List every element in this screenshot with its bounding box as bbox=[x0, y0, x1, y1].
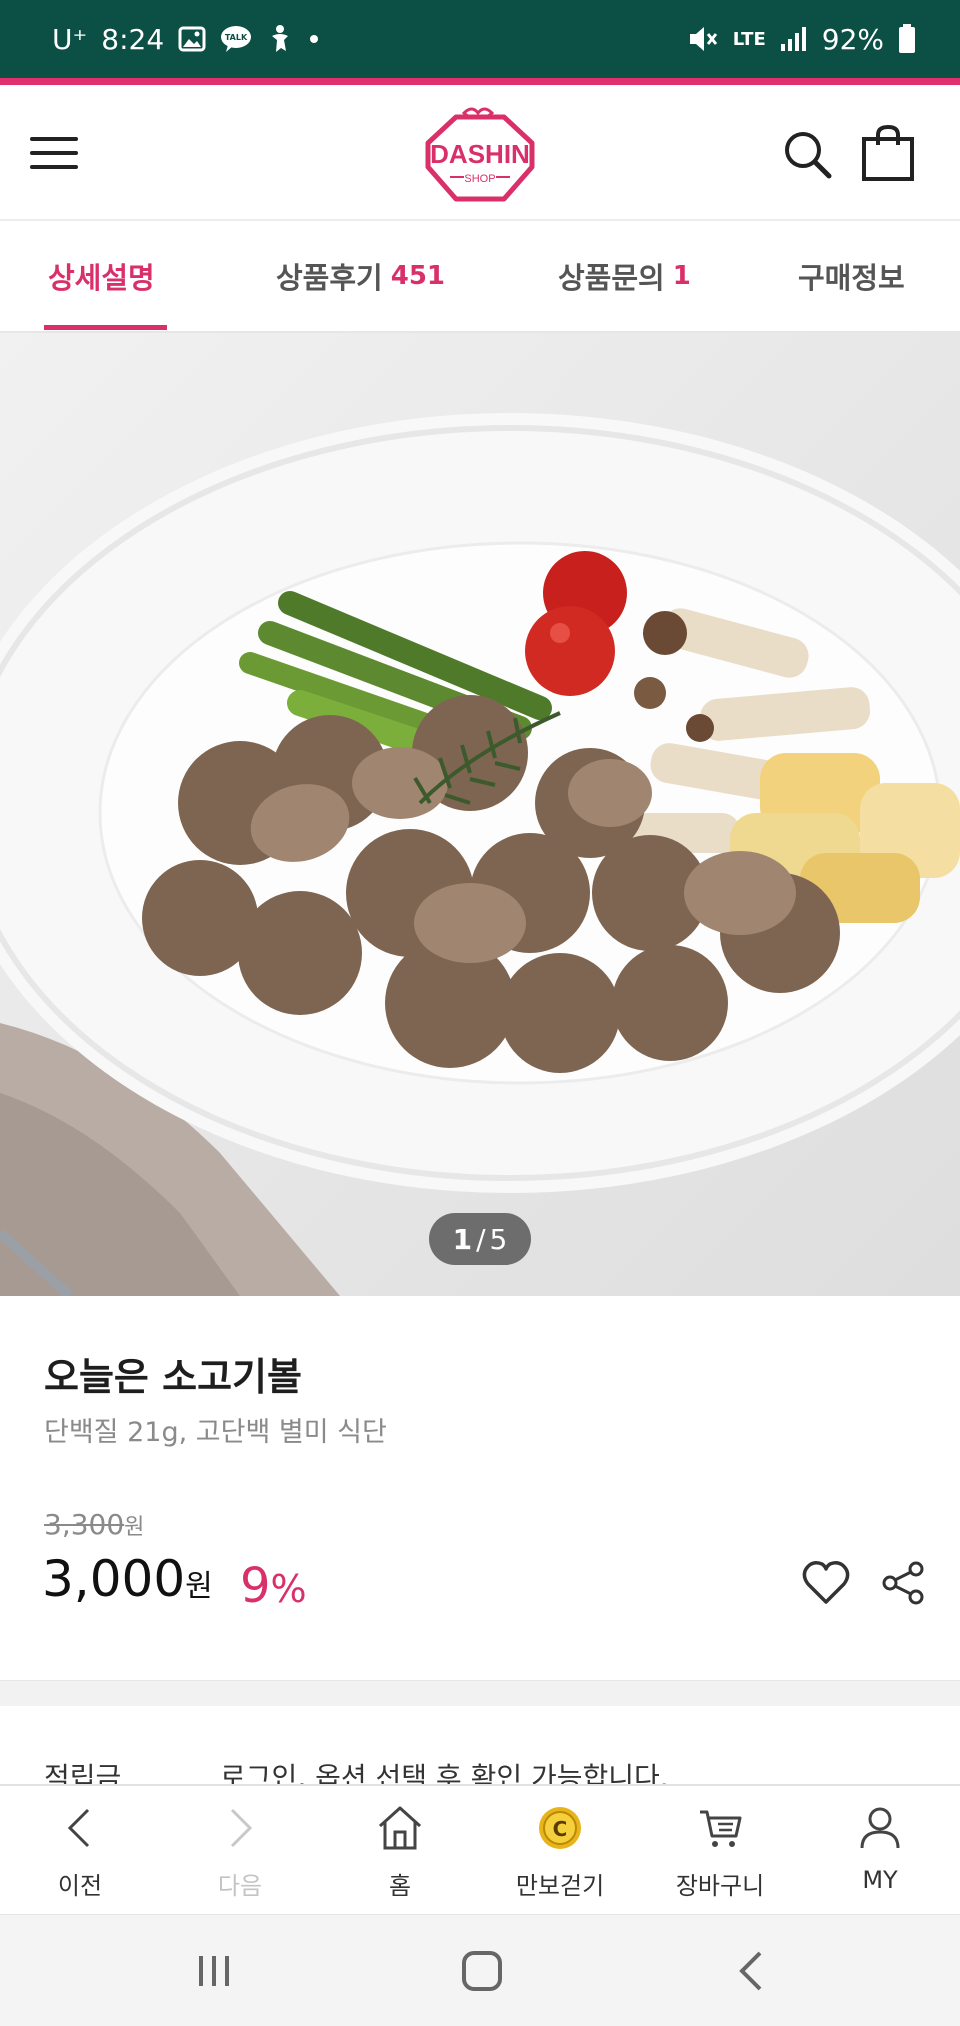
product-subtitle: 단백질 21g, 고단백 별미 식단 bbox=[44, 1417, 387, 1448]
tab-label: 상품후기 bbox=[276, 261, 383, 295]
home-button-icon bbox=[462, 1951, 502, 1991]
inquiry-count: 1 bbox=[672, 261, 691, 291]
sale-price: 3,000원 bbox=[42, 1550, 213, 1608]
tab-inquiry[interactable]: 상품문의 1 bbox=[558, 221, 691, 331]
product-image-carousel[interactable]: 1 / 5 bbox=[0, 333, 960, 1296]
logo-text: DASHIN bbox=[430, 139, 530, 169]
nav-label: 이전 bbox=[57, 1872, 103, 1900]
tab-label: 상세설명 bbox=[48, 261, 155, 295]
menu-icon bbox=[30, 137, 78, 169]
discount-value: 9 bbox=[240, 1558, 271, 1614]
pager-current: 1 bbox=[452, 1222, 473, 1256]
status-right: LTE 92% bbox=[687, 23, 916, 56]
logo-subtext: SHOP bbox=[464, 173, 495, 185]
product-info: 오늘은 소고기볼 단백질 21g, 고단백 별미 식단 3,300원 3,000… bbox=[0, 1296, 960, 1680]
nav-my[interactable]: MY bbox=[800, 1786, 960, 1914]
back-system-button[interactable] bbox=[722, 1945, 782, 1997]
dot-icon bbox=[308, 23, 320, 55]
battery-icon bbox=[898, 23, 916, 55]
nav-home[interactable]: 홈 bbox=[320, 1786, 480, 1914]
shopping-bag-icon bbox=[862, 124, 914, 181]
points-value: 로그인, 옵션 선택 후 확인 가능합니다. bbox=[220, 1761, 669, 1784]
svg-text:C: C bbox=[553, 1817, 568, 1841]
lte-icon: LTE bbox=[732, 28, 766, 50]
nav-walking[interactable]: C 만보걷기 bbox=[480, 1786, 640, 1914]
tab-label: 구매정보 bbox=[798, 261, 905, 295]
nav-label: 만보걷기 bbox=[515, 1872, 605, 1900]
section-divider bbox=[0, 1680, 960, 1706]
nav-prev[interactable]: 이전 bbox=[0, 1786, 160, 1914]
user-icon bbox=[856, 1804, 904, 1852]
shopping-bag-button[interactable] bbox=[860, 123, 916, 183]
mute-icon bbox=[687, 23, 719, 55]
nav-next[interactable]: 다음 bbox=[160, 1786, 320, 1914]
battery-level: 92% bbox=[821, 22, 884, 56]
nav-cart[interactable]: 장바구니 bbox=[640, 1786, 800, 1914]
chevron-right-icon bbox=[216, 1804, 264, 1852]
accessibility-icon bbox=[266, 23, 294, 55]
discount-unit: % bbox=[270, 1567, 307, 1611]
menu-button[interactable] bbox=[28, 125, 84, 181]
search-icon bbox=[785, 132, 832, 179]
tab-detail[interactable]: 상세설명 bbox=[48, 221, 155, 331]
nav-label: 홈 bbox=[388, 1872, 412, 1900]
pager-total: 5 bbox=[489, 1222, 508, 1256]
original-price: 3,300원 bbox=[44, 1508, 144, 1541]
talk-icon: TALK bbox=[220, 23, 252, 55]
nav-label: 장바구니 bbox=[675, 1872, 765, 1900]
heart-icon bbox=[802, 1561, 850, 1604]
image-icon bbox=[178, 23, 206, 55]
cart-icon bbox=[696, 1804, 744, 1852]
nav-label: MY bbox=[862, 1866, 898, 1894]
dashin-logo[interactable]: DASHIN SHOP bbox=[420, 103, 540, 207]
original-price-value: 3,300 bbox=[44, 1508, 125, 1541]
tab-purchase-info[interactable]: 구매정보 bbox=[798, 221, 905, 331]
recent-apps-icon bbox=[199, 1956, 229, 1986]
nav-label: 다음 bbox=[217, 1872, 263, 1900]
signal-icon bbox=[780, 23, 808, 55]
bottom-navigation: 이전 다음 홈 C 만보걷기 장바구니 MY bbox=[0, 1784, 960, 1914]
discount-rate: 9% bbox=[240, 1558, 307, 1614]
points-info-row: 적립금 로그인, 옵션 선택 후 확인 가능합니다. bbox=[0, 1706, 960, 1784]
coin-icon: C bbox=[536, 1804, 584, 1852]
svg-text:TALK: TALK bbox=[225, 33, 248, 42]
home-icon bbox=[376, 1804, 424, 1852]
product-photo bbox=[0, 413, 960, 1296]
sale-price-value: 3,000 bbox=[42, 1550, 186, 1608]
image-pager: 1 / 5 bbox=[429, 1213, 531, 1265]
status-left: U⁺ 8:24 TALK bbox=[52, 23, 320, 56]
home-system-button[interactable] bbox=[452, 1945, 512, 1997]
back-icon bbox=[739, 1951, 762, 1991]
tab-reviews[interactable]: 상품후기 451 bbox=[276, 221, 445, 331]
header-accent-line bbox=[0, 78, 960, 85]
pager-separator: / bbox=[476, 1222, 486, 1256]
recent-apps-button[interactable] bbox=[184, 1945, 244, 1997]
tab-label: 상품문의 bbox=[558, 261, 665, 295]
system-navigation bbox=[0, 1914, 960, 2026]
share-icon bbox=[882, 1561, 924, 1605]
detail-tabs: 상세설명 상품후기 451 상품문의 1 구매정보 bbox=[0, 221, 960, 333]
points-label: 적립금 bbox=[44, 1761, 122, 1784]
share-button[interactable] bbox=[880, 1560, 926, 1606]
sale-price-unit: 원 bbox=[185, 1569, 213, 1604]
clock: 8:24 bbox=[101, 22, 165, 56]
app-header: DASHIN SHOP bbox=[0, 85, 960, 221]
carrier-label: U⁺ bbox=[52, 22, 88, 56]
search-button[interactable] bbox=[782, 129, 834, 181]
chevron-left-icon bbox=[56, 1804, 104, 1852]
original-price-unit: 원 bbox=[124, 1515, 145, 1540]
wishlist-button[interactable] bbox=[800, 1556, 852, 1608]
review-count: 451 bbox=[390, 261, 446, 291]
status-bar: U⁺ 8:24 TALK LTE 92% bbox=[0, 0, 960, 78]
product-title: 오늘은 소고기볼 bbox=[44, 1355, 302, 1399]
active-tab-indicator bbox=[44, 325, 167, 330]
